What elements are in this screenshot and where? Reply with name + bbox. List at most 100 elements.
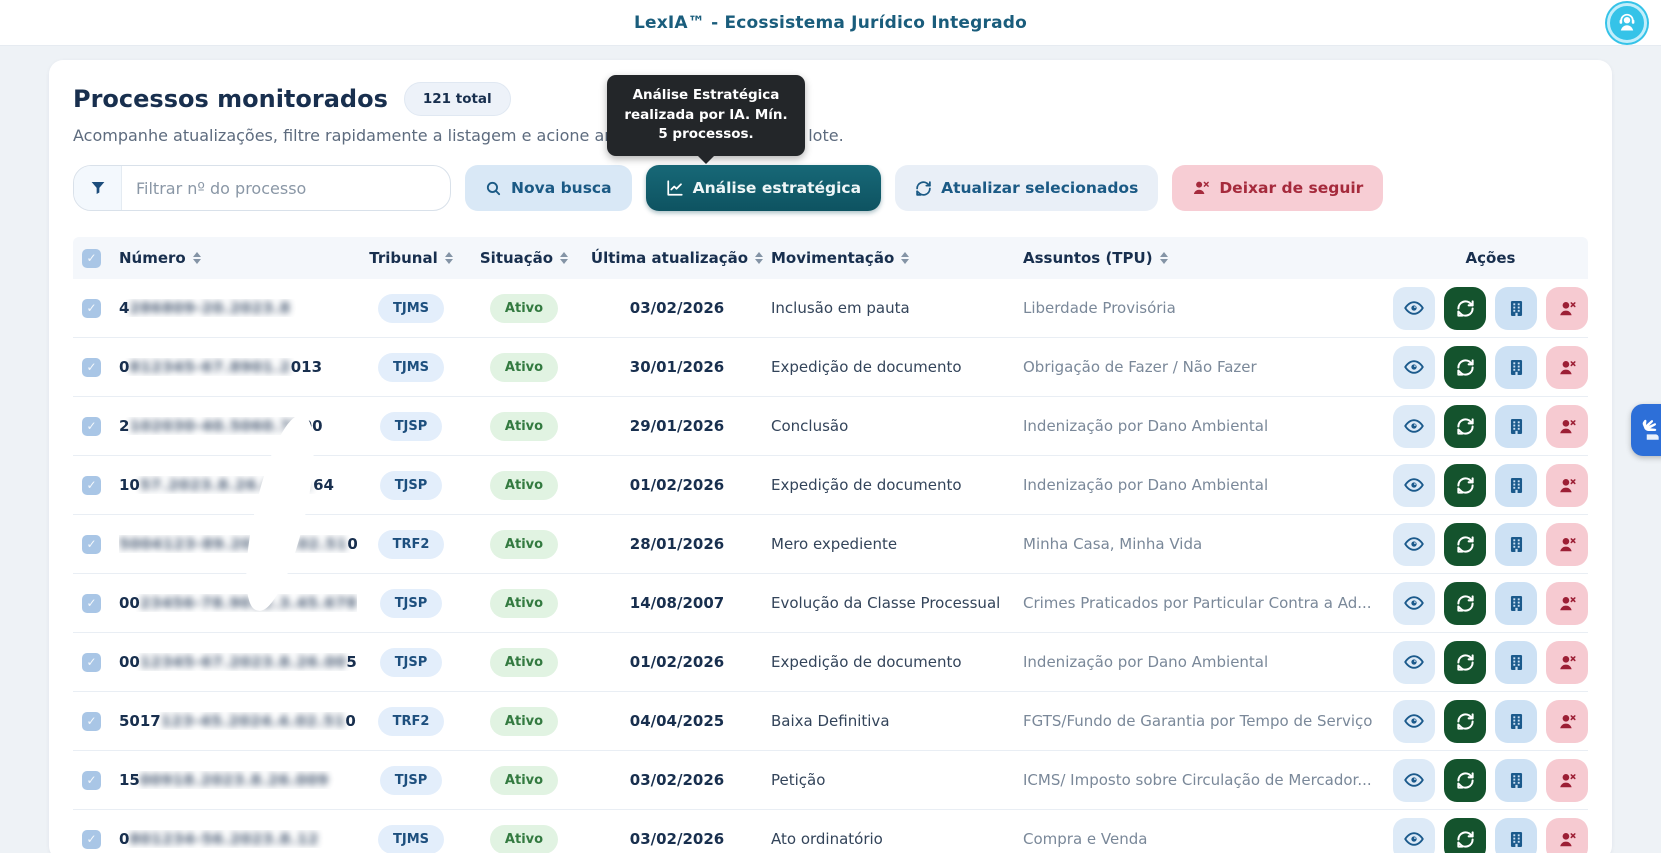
court-details-button[interactable]: [1495, 345, 1537, 389]
status-badge: Ativo: [489, 470, 559, 500]
unfollow-process-button[interactable]: [1546, 286, 1588, 330]
refresh-icon: [1456, 358, 1475, 377]
update-selected-button[interactable]: Atualizar selecionados: [895, 165, 1159, 211]
column-header-numero[interactable]: Número: [119, 249, 357, 267]
update-process-button[interactable]: [1444, 699, 1486, 743]
row-checkbox[interactable]: ✓: [82, 534, 101, 554]
view-process-button[interactable]: [1393, 581, 1435, 625]
last-update-date: 03/02/2026: [629, 830, 725, 848]
row-checkbox[interactable]: ✓: [82, 770, 101, 790]
view-process-button[interactable]: [1393, 522, 1435, 566]
update-process-button[interactable]: [1444, 581, 1486, 625]
support-widget-button[interactable]: [1607, 3, 1647, 43]
select-all-checkbox[interactable]: ✓: [82, 248, 101, 268]
check-icon: ✓: [86, 419, 97, 433]
unfollow-process-button[interactable]: [1546, 581, 1588, 625]
movement-text: Expedição de documento: [771, 476, 962, 494]
last-update-date: 01/02/2026: [629, 653, 725, 671]
page-subtitle: Acompanhe atualizações, filtre rapidamen…: [73, 126, 844, 145]
view-process-button[interactable]: [1393, 758, 1435, 802]
process-number: 4 286809-20.2023.8: [119, 299, 291, 317]
unfollow-process-button[interactable]: [1546, 404, 1588, 448]
strategic-analysis-button[interactable]: Análise estratégica: [645, 165, 882, 211]
filter-input[interactable]: [122, 178, 450, 198]
sign-language-widget-button[interactable]: [1631, 404, 1661, 456]
unfollow-process-button[interactable]: [1546, 699, 1588, 743]
update-process-button[interactable]: [1444, 286, 1486, 330]
update-process-button[interactable]: [1444, 817, 1486, 853]
view-process-button[interactable]: [1393, 699, 1435, 743]
status-badge: Ativo: [489, 411, 559, 441]
column-header-situacao[interactable]: Situação: [465, 249, 583, 267]
user-x-icon: [1558, 358, 1577, 377]
row-checkbox[interactable]: ✓: [82, 711, 101, 731]
court-details-button[interactable]: [1495, 522, 1537, 566]
update-process-button[interactable]: [1444, 463, 1486, 507]
process-number: 00 23456-78.9012.3.45.678: [119, 594, 357, 612]
unfollow-process-button[interactable]: [1546, 522, 1588, 566]
court-details-button[interactable]: [1495, 286, 1537, 330]
unfollow-process-button[interactable]: [1546, 345, 1588, 389]
court-details-button[interactable]: [1495, 463, 1537, 507]
building-icon: [1507, 653, 1526, 672]
subject-text: Obrigação de Fazer / Não Fazer: [1023, 358, 1257, 376]
last-update-date: 03/02/2026: [629, 771, 725, 789]
court-details-button[interactable]: [1495, 404, 1537, 448]
row-checkbox[interactable]: ✓: [82, 416, 101, 436]
court-details-button[interactable]: [1495, 817, 1537, 853]
refresh-icon: [1456, 594, 1475, 613]
check-icon: ✓: [86, 301, 97, 315]
refresh-icon: [1456, 417, 1475, 436]
row-checkbox[interactable]: ✓: [82, 357, 101, 377]
view-process-button[interactable]: [1393, 286, 1435, 330]
court-details-button[interactable]: [1495, 699, 1537, 743]
refresh-icon: [1456, 830, 1475, 849]
tribunal-badge: TJSP: [379, 647, 443, 677]
column-header-acoes: Ações: [1465, 249, 1516, 267]
last-update-date: 28/01/2026: [629, 535, 725, 553]
column-header-tribunal[interactable]: Tribunal: [357, 249, 465, 267]
update-process-button[interactable]: [1444, 758, 1486, 802]
eye-icon: [1404, 534, 1424, 554]
tribunal-badge: TJMS: [377, 824, 444, 853]
unfollow-process-button[interactable]: [1546, 463, 1588, 507]
update-process-button[interactable]: [1444, 404, 1486, 448]
column-header-ultima-atualizacao[interactable]: Última atualização: [583, 249, 771, 267]
table-row: ✓ 5017 123-45.2024.4.02.51 0 TRF2 Ativo …: [73, 692, 1588, 751]
view-process-button[interactable]: [1393, 463, 1435, 507]
new-search-button[interactable]: Nova busca: [465, 165, 632, 211]
column-header-assuntos[interactable]: Assuntos (TPU): [1023, 249, 1393, 267]
unfollow-process-button[interactable]: [1546, 817, 1588, 853]
update-process-button[interactable]: [1444, 522, 1486, 566]
unfollow-process-button[interactable]: [1546, 758, 1588, 802]
row-checkbox[interactable]: ✓: [82, 652, 101, 672]
unfollow-process-button[interactable]: [1546, 640, 1588, 684]
movement-text: Evolução da Classe Processual: [771, 594, 1001, 612]
last-update-date: 04/04/2025: [629, 712, 725, 730]
court-details-button[interactable]: [1495, 581, 1537, 625]
court-details-button[interactable]: [1495, 640, 1537, 684]
tribunal-badge: TRF2: [377, 706, 445, 736]
row-checkbox[interactable]: ✓: [82, 298, 101, 318]
search-icon: [485, 180, 502, 197]
update-process-button[interactable]: [1444, 640, 1486, 684]
court-details-button[interactable]: [1495, 758, 1537, 802]
view-process-button[interactable]: [1393, 345, 1435, 389]
eye-icon: [1404, 298, 1424, 318]
view-process-button[interactable]: [1393, 404, 1435, 448]
building-icon: [1507, 299, 1526, 318]
check-icon: ✓: [86, 714, 97, 728]
column-header-movimentacao[interactable]: Movimentação: [771, 249, 1023, 267]
row-checkbox[interactable]: ✓: [82, 593, 101, 613]
view-process-button[interactable]: [1393, 640, 1435, 684]
movement-text: Ato ordinatório: [771, 830, 883, 848]
movement-text: Mero expediente: [771, 535, 898, 553]
view-process-button[interactable]: [1393, 817, 1435, 853]
update-process-button[interactable]: [1444, 345, 1486, 389]
row-checkbox[interactable]: ✓: [82, 829, 101, 849]
unfollow-button[interactable]: Deixar de seguir: [1172, 165, 1384, 211]
status-badge: Ativo: [489, 765, 559, 795]
movement-text: Conclusão: [771, 417, 849, 435]
subject-text: ICMS/ Imposto sobre Circulação de Mercad…: [1023, 771, 1372, 789]
row-checkbox[interactable]: ✓: [82, 475, 101, 495]
